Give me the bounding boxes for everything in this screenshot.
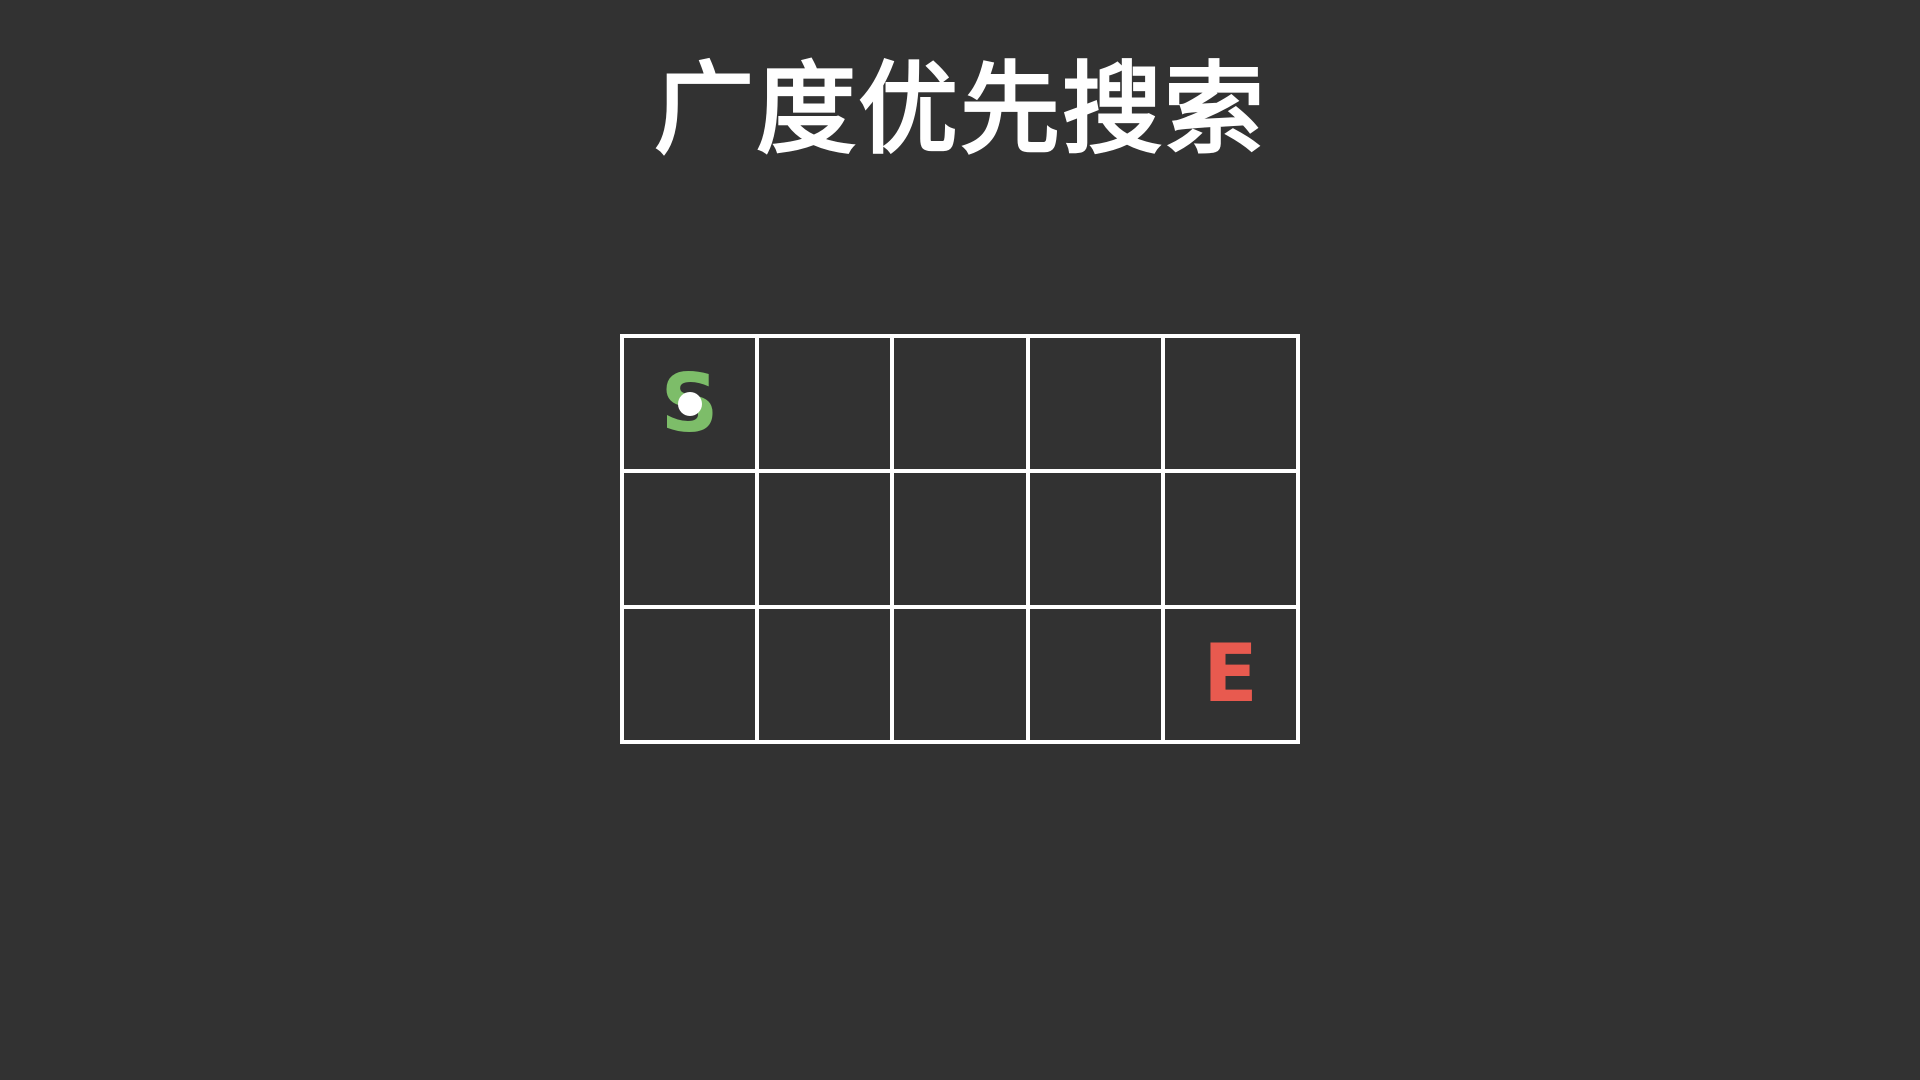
current-position-dot <box>677 391 702 416</box>
grid-cell-r0-c2 <box>892 336 1028 472</box>
grid-cell-r0-c4 <box>1162 336 1298 472</box>
grid-cell-r0-c3 <box>1027 336 1163 472</box>
grid-cell-r2-c1 <box>757 606 893 742</box>
grid-cell-r1-c2 <box>892 471 1028 607</box>
grid-cell-r2-c0 <box>622 606 758 742</box>
bfs-grid: SE <box>620 334 1300 744</box>
grid-cell-r1-c1 <box>757 471 893 607</box>
grid-cell-r0-c0: S <box>622 336 758 472</box>
grid-cell-r2-c3 <box>1027 606 1163 742</box>
grid-cell-r0-c1 <box>757 336 893 472</box>
end-label: E <box>1203 627 1258 721</box>
grid-cell-r1-c4 <box>1162 471 1298 607</box>
grid-cell-r2-c2 <box>892 606 1028 742</box>
page-title: 广度优先搜索 <box>654 51 1266 168</box>
grid-cell-r1-c3 <box>1027 471 1163 607</box>
grid-cell-r2-c4: E <box>1162 606 1298 742</box>
grid-cell-r1-c0 <box>622 471 758 607</box>
